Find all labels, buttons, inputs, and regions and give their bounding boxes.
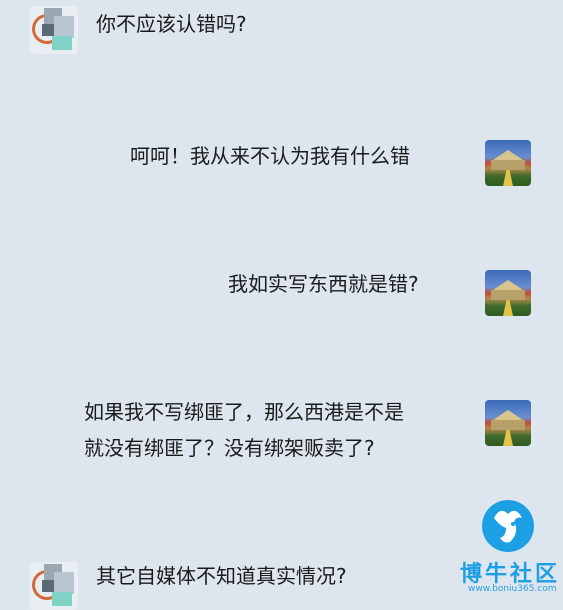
message-text-line-1: 如果我不写绑匪了，那么西港是不是 — [84, 400, 404, 424]
user-avatar[interactable] — [485, 400, 531, 446]
message-text-line-2: 就没有绑匪了？没有绑架贩卖了? — [84, 436, 375, 460]
message-text: 其它自媒体不知道真实情况? — [96, 564, 347, 588]
contact-avatar[interactable] — [30, 6, 78, 54]
message-text: 我如实写东西就是错? — [228, 272, 419, 296]
bull-logo-icon — [482, 500, 534, 552]
user-avatar[interactable] — [485, 140, 531, 186]
user-avatar[interactable] — [485, 270, 531, 316]
watermark-url: www.boniu365.com — [468, 584, 557, 594]
message-text: 呵呵！我从来不认为我有什么错 — [130, 144, 410, 168]
contact-avatar[interactable] — [30, 562, 78, 610]
message-text: 你不应该认错吗? — [96, 12, 247, 36]
